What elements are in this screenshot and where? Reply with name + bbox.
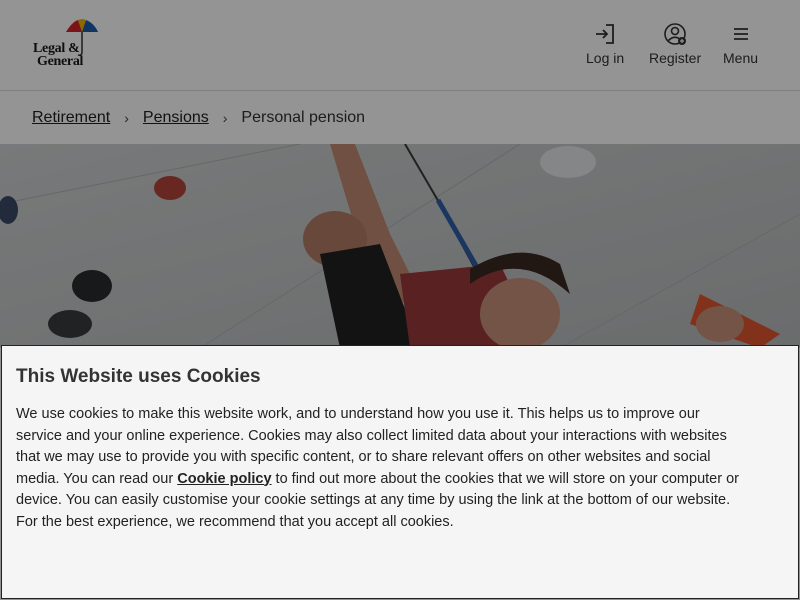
hamburger-menu-icon (733, 28, 748, 40)
register-label: Register (649, 50, 702, 66)
menu-label: Menu (723, 50, 759, 66)
breadcrumb: Retirement › Pensions › Personal pension (0, 90, 800, 144)
register-user-icon (664, 23, 687, 45)
breadcrumb-link-pensions[interactable]: Pensions (143, 109, 209, 127)
login-label: Log in (586, 50, 625, 66)
cookie-banner: This Website uses Cookies We use cookies… (1, 345, 799, 599)
logo-text-line2: General (37, 54, 84, 69)
menu-button[interactable]: Menu (723, 22, 758, 66)
site-header: Legal & General Log in Register Menu (0, 0, 800, 90)
legal-and-general-logo[interactable]: Legal & General (30, 18, 102, 72)
climber-photo (0, 144, 800, 348)
hero-image (0, 144, 800, 348)
login-icon (596, 24, 614, 44)
login-button[interactable]: Log in (586, 22, 624, 66)
cookie-banner-text: We use cookies to make this website work… (16, 404, 746, 533)
breadcrumb-separator: › (222, 109, 228, 126)
cookie-policy-link[interactable]: Cookie policy (177, 471, 271, 487)
breadcrumb-link-retirement[interactable]: Retirement (32, 109, 110, 127)
cookie-banner-title: This Website uses Cookies (16, 366, 261, 387)
breadcrumb-separator: › (124, 109, 129, 126)
breadcrumb-current: Personal pension (241, 108, 366, 126)
register-button[interactable]: Register (649, 22, 701, 66)
